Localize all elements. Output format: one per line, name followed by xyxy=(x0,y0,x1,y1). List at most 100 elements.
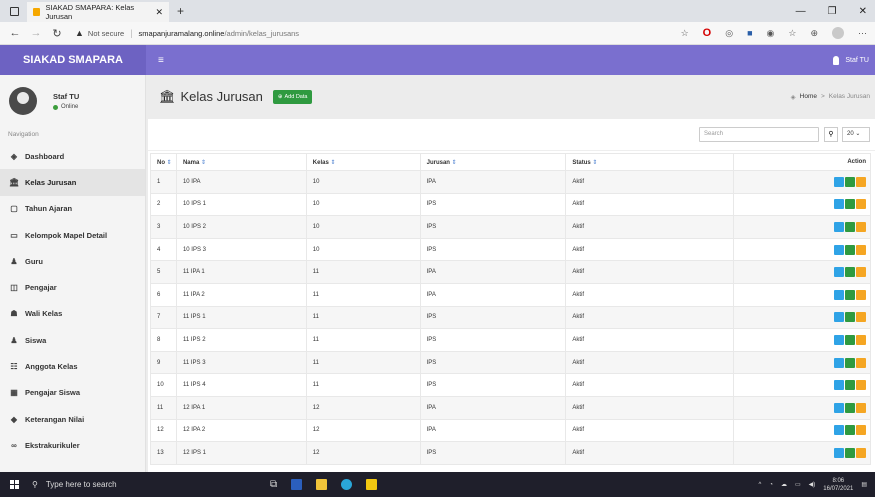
sort-icon[interactable]: ⇕ xyxy=(591,160,597,166)
minimize-icon[interactable]: — xyxy=(796,6,806,17)
delete-button[interactable] xyxy=(856,312,866,323)
delete-button[interactable] xyxy=(856,199,866,210)
profile-avatar[interactable] xyxy=(832,27,844,39)
clock[interactable]: 8:06 16/07/2021 xyxy=(823,477,853,493)
close-window-icon[interactable]: ✕ xyxy=(859,6,867,17)
menu-toggle-icon[interactable]: ≡ xyxy=(158,55,164,66)
add-data-button[interactable]: ⊕ Add Data xyxy=(272,89,313,104)
view-button[interactable] xyxy=(834,402,844,413)
powerbi-app-icon[interactable] xyxy=(366,479,378,490)
edit-button[interactable] xyxy=(845,380,855,391)
column-header[interactable]: Nama ⇕ xyxy=(175,153,307,171)
sidebar-item-wali-kelas[interactable]: ☗ Wali Kelas xyxy=(0,301,145,327)
edit-button[interactable] xyxy=(845,267,855,278)
chevron-up-icon[interactable]: ^ xyxy=(759,482,762,488)
opera-extension-icon[interactable]: O xyxy=(703,27,712,39)
edit-button[interactable] xyxy=(845,312,855,323)
edit-button[interactable] xyxy=(845,289,855,300)
view-button[interactable] xyxy=(834,425,844,436)
sidebar-item-ekstrakurikuler[interactable]: ∞ Ekstrakurikuler xyxy=(0,432,145,458)
edit-button[interactable] xyxy=(845,176,855,187)
delete-button[interactable] xyxy=(856,425,866,436)
header-user-menu[interactable]: Staf TU xyxy=(833,55,869,65)
edit-button[interactable] xyxy=(845,425,855,436)
url-field[interactable]: smapanjuramalang.online/admin/kelas_juru… xyxy=(139,29,300,38)
battery-icon[interactable]: ▭ xyxy=(795,481,801,488)
sidebar-item-pengajar-siswa[interactable]: ▦ Pengajar Siswa xyxy=(0,380,145,406)
delete-button[interactable] xyxy=(856,357,866,368)
column-header[interactable]: Jurusan ⇕ xyxy=(419,153,567,171)
column-header[interactable]: Kelas ⇕ xyxy=(305,153,421,171)
security-label[interactable]: Not secure xyxy=(88,29,124,38)
tab-actions-icon[interactable] xyxy=(10,6,19,16)
new-tab-button[interactable]: + xyxy=(177,4,184,18)
view-button[interactable] xyxy=(834,267,844,278)
breadcrumb-home[interactable]: Home xyxy=(800,93,817,100)
column-header[interactable]: Status ⇕ xyxy=(565,153,735,171)
extension-icon[interactable]: ◎ xyxy=(725,28,733,39)
refresh-icon[interactable]: ↻ xyxy=(51,27,63,40)
sidebar-item-keterangan-nilai[interactable]: ◆ Keterangan Nilai xyxy=(0,406,145,432)
edit-button[interactable] xyxy=(845,199,855,210)
extension-icon[interactable]: ◉ xyxy=(767,28,775,39)
sidebar-item-guru[interactable]: ♟ Guru xyxy=(0,248,145,274)
warning-icon[interactable]: ▲ xyxy=(75,28,84,38)
delete-button[interactable] xyxy=(856,447,866,458)
more-icon[interactable]: ⋯ xyxy=(858,28,867,39)
network-icon[interactable]: ◔ xyxy=(769,482,773,488)
volume-icon[interactable]: ◀) xyxy=(809,481,816,488)
view-button[interactable] xyxy=(834,334,844,345)
forward-icon[interactable]: → xyxy=(30,27,42,39)
page-size-select[interactable]: 20 ⌄ xyxy=(842,127,870,142)
delete-button[interactable] xyxy=(856,289,866,300)
windows-start-icon[interactable] xyxy=(10,480,19,489)
file-explorer-icon[interactable] xyxy=(316,479,328,490)
view-button[interactable] xyxy=(834,244,844,255)
sidebar-item-anggota-kelas[interactable]: ☷ Anggota Kelas xyxy=(0,353,145,379)
sidebar-item-tahun-ajaran[interactable]: ▢ Tahun Ajaran xyxy=(0,196,145,222)
word-app-icon[interactable] xyxy=(291,479,303,490)
sidebar-item-kelas-jurusan[interactable]: 🏛 Kelas Jurusan xyxy=(0,169,145,196)
edit-button[interactable] xyxy=(845,447,855,458)
delete-button[interactable] xyxy=(856,244,866,255)
taskbar-search[interactable]: ⚲ Type here to search xyxy=(32,480,258,489)
sidebar-item-kelompok-mapel-detail[interactable]: ▭ Kelompok Mapel Detail xyxy=(0,222,145,248)
edit-button[interactable] xyxy=(845,221,855,232)
edit-button[interactable] xyxy=(845,244,855,255)
edit-button[interactable] xyxy=(845,334,855,345)
back-icon[interactable]: ← xyxy=(9,27,21,39)
view-button[interactable] xyxy=(834,380,844,391)
edit-button[interactable] xyxy=(845,357,855,368)
sidebar-item-siswa[interactable]: ♟ Siswa xyxy=(0,327,145,353)
edge-app-icon[interactable] xyxy=(341,479,353,490)
browser-tab[interactable]: SIAKAD SMAPARA: Kelas Jurusan ✕ xyxy=(27,0,169,22)
notifications-icon[interactable]: ▤ xyxy=(861,481,867,488)
edit-button[interactable] xyxy=(845,402,855,413)
search-button[interactable]: ⚲ xyxy=(824,127,838,142)
read-aloud-icon[interactable]: ☆ xyxy=(681,28,689,39)
brand-logo[interactable]: SIAKAD SMAPARA xyxy=(0,45,146,75)
view-button[interactable] xyxy=(834,221,844,232)
delete-button[interactable] xyxy=(856,334,866,345)
sort-icon[interactable]: ⇕ xyxy=(199,160,206,166)
sidebar-item-dashboard[interactable]: ◈ Dashboard xyxy=(0,143,145,169)
view-button[interactable] xyxy=(834,447,844,458)
maximize-icon[interactable]: ❐ xyxy=(828,6,837,17)
view-button[interactable] xyxy=(834,176,844,187)
delete-button[interactable] xyxy=(856,402,866,413)
view-button[interactable] xyxy=(834,357,844,368)
view-button[interactable] xyxy=(834,312,844,323)
view-button[interactable] xyxy=(834,289,844,300)
column-header[interactable]: No ⇕ xyxy=(150,153,177,171)
task-view-icon[interactable]: ⧉ xyxy=(270,479,277,490)
delete-button[interactable] xyxy=(856,176,866,187)
sort-icon[interactable]: ⇕ xyxy=(165,160,172,166)
favorites-icon[interactable]: ☆ xyxy=(788,28,796,39)
sidebar-item-pengajar[interactable]: ◫ Pengajar xyxy=(0,274,145,300)
sort-icon[interactable]: ⇕ xyxy=(450,160,457,166)
search-input[interactable]: Search xyxy=(699,127,819,142)
close-tab-icon[interactable]: ✕ xyxy=(155,7,163,18)
collections-icon[interactable]: ⊕ xyxy=(810,28,818,39)
delete-button[interactable] xyxy=(856,221,866,232)
sort-icon[interactable]: ⇕ xyxy=(329,160,335,166)
